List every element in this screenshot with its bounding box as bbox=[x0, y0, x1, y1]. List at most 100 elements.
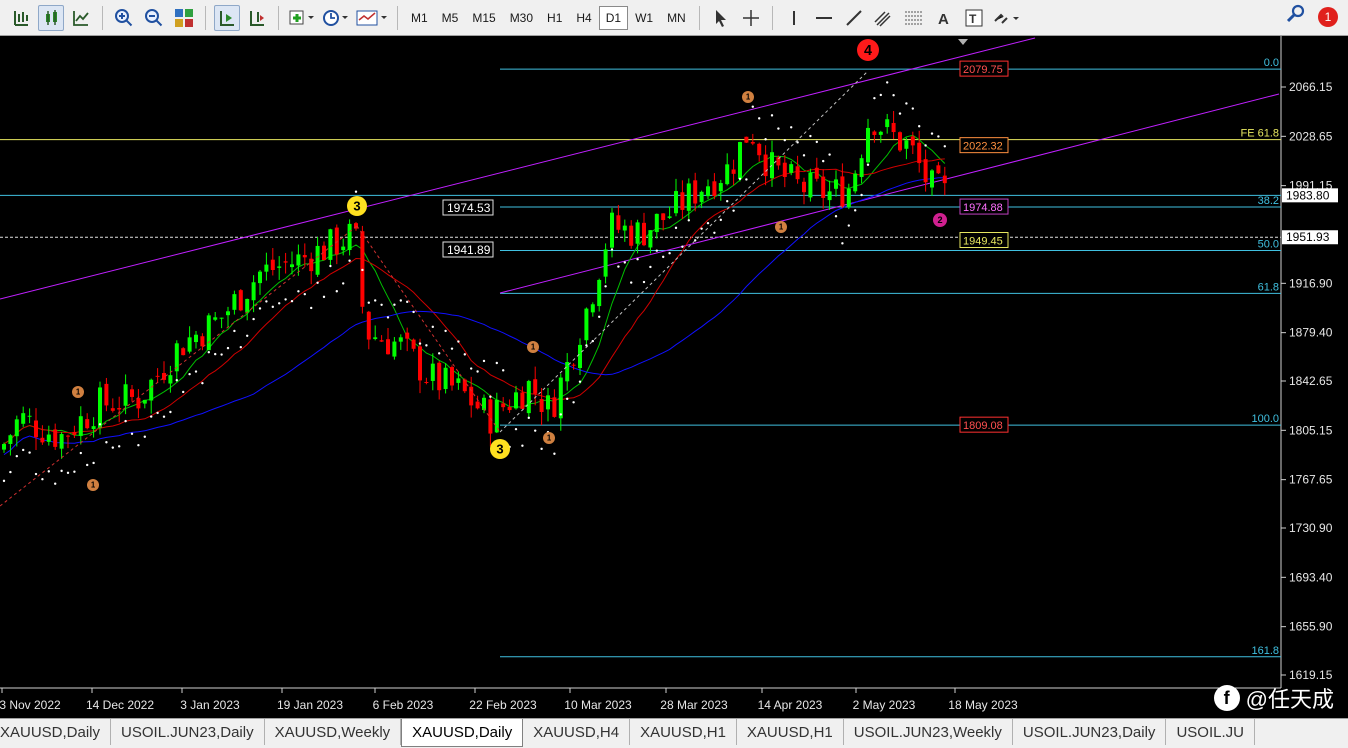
tab-chart[interactable]: USOIL.JUN23,Daily bbox=[111, 719, 265, 745]
candle-bull bbox=[514, 392, 518, 409]
vertical-line-icon[interactable] bbox=[781, 5, 807, 31]
candle-bull bbox=[725, 164, 730, 185]
sar-dot bbox=[34, 472, 38, 476]
sar-dot bbox=[265, 300, 268, 303]
cursor-icon[interactable] bbox=[708, 5, 734, 31]
candle-bull bbox=[219, 317, 224, 319]
candle-bear bbox=[571, 364, 576, 366]
zoom-in-icon[interactable] bbox=[111, 5, 137, 31]
timeframe-m1[interactable]: M1 bbox=[404, 6, 435, 30]
sar-dot bbox=[777, 127, 780, 130]
timeframe-mn[interactable]: MN bbox=[660, 6, 693, 30]
sar-dot bbox=[617, 265, 620, 268]
timeframe-h1[interactable]: H1 bbox=[540, 6, 569, 30]
text-label-icon[interactable]: T bbox=[961, 5, 987, 31]
periodicity-clock-icon[interactable] bbox=[321, 5, 351, 31]
tab-chart[interactable]: XAUUSD,H1 bbox=[630, 719, 737, 745]
timeframe-d1[interactable]: D1 bbox=[598, 5, 629, 30]
candle-bull bbox=[398, 337, 403, 342]
sar-dot bbox=[233, 329, 236, 333]
sar-dot bbox=[284, 298, 287, 301]
tab-chart[interactable]: USOIL.JUN23,Weekly bbox=[844, 719, 1013, 745]
candle-bear bbox=[501, 403, 506, 408]
fibonacci-retracement-icon[interactable] bbox=[901, 5, 927, 31]
candle-bull bbox=[565, 362, 570, 382]
sar-dot bbox=[111, 446, 115, 449]
search-icon[interactable] bbox=[1286, 4, 1306, 29]
tab-chart[interactable]: USOIL.JUN23,Daily bbox=[1013, 719, 1167, 745]
sar-dot bbox=[572, 401, 575, 404]
crosshair-icon[interactable] bbox=[738, 5, 764, 31]
price-tag-mid: 1974.88 bbox=[963, 202, 1003, 214]
candle-bear bbox=[469, 386, 474, 406]
price-tag-upper: 2022.32 bbox=[963, 141, 1003, 153]
auto-scroll-icon[interactable] bbox=[214, 4, 240, 31]
tab-chart[interactable]: USOIL.JU bbox=[1166, 719, 1255, 745]
tab-chart[interactable]: XAUUSD,Daily bbox=[0, 719, 112, 745]
wave-label-sub1: 1 bbox=[91, 481, 96, 490]
sar-dot bbox=[527, 416, 530, 420]
sar-dot bbox=[822, 159, 825, 163]
sar-dot bbox=[598, 315, 601, 318]
candle-bull bbox=[2, 444, 6, 450]
notification-badge[interactable]: 1 bbox=[1318, 6, 1338, 27]
tab-chart-active[interactable]: XAUUSD,Daily bbox=[401, 719, 524, 747]
candle-bull bbox=[526, 381, 531, 414]
candle-bear bbox=[616, 215, 621, 230]
sar-dot bbox=[860, 193, 863, 197]
candle-bear bbox=[411, 339, 416, 349]
templates-icon[interactable] bbox=[355, 5, 389, 31]
bar-chart-icon[interactable] bbox=[8, 5, 34, 31]
timeframe-w1[interactable]: W1 bbox=[628, 6, 660, 30]
candle-bear bbox=[872, 131, 877, 135]
price-tick-label: 2066.15 bbox=[1289, 80, 1333, 94]
arrows-dropdown-icon[interactable] bbox=[991, 5, 1023, 31]
toolbar-right: 1 bbox=[1286, 4, 1338, 29]
line-chart-icon[interactable] bbox=[68, 5, 94, 31]
timeframe-m30[interactable]: M30 bbox=[503, 6, 540, 30]
sar-dot bbox=[150, 415, 153, 418]
text-tool-icon[interactable]: A bbox=[931, 5, 957, 31]
candle-bear bbox=[744, 136, 749, 143]
sar-dot bbox=[143, 435, 146, 438]
trendline-icon[interactable] bbox=[841, 5, 867, 31]
candle-bull bbox=[590, 304, 595, 313]
zoom-out-icon[interactable] bbox=[141, 5, 167, 31]
sar-dot bbox=[834, 215, 838, 218]
tab-chart[interactable]: XAUUSD,H1 bbox=[737, 719, 844, 745]
price-chart[interactable]: 0.0 FE 61.8 38.2 50.0 61.8 100.0 161.8 2079.75… bbox=[0, 36, 1348, 718]
candle-bear bbox=[53, 429, 58, 447]
sar-dot bbox=[758, 117, 761, 120]
chart-shift-icon[interactable] bbox=[244, 5, 270, 31]
timeframe-m15[interactable]: M15 bbox=[465, 6, 502, 30]
equidistant-channel-icon[interactable] bbox=[871, 5, 897, 31]
indicators-icon[interactable] bbox=[287, 5, 317, 31]
price-tag-left-b: 1941.89 bbox=[447, 243, 491, 257]
chart-canvas[interactable]: 0.0 FE 61.8 38.2 50.0 61.8 100.0 161.8 2079.75… bbox=[0, 36, 1348, 718]
sar-dot bbox=[290, 299, 294, 303]
candle-bull bbox=[27, 415, 32, 417]
wave-label-4: 4 bbox=[864, 43, 872, 59]
candle-bear bbox=[936, 165, 941, 174]
sar-dot bbox=[553, 452, 556, 455]
tile-windows-icon[interactable] bbox=[171, 5, 197, 31]
sar-dot bbox=[169, 410, 172, 414]
candle-bear bbox=[763, 154, 768, 177]
tab-chart[interactable]: XAUUSD,H4 bbox=[523, 719, 631, 745]
sar-dot bbox=[828, 153, 831, 156]
candle-bull bbox=[78, 416, 83, 436]
sar-dot bbox=[482, 359, 486, 363]
tab-chart[interactable]: XAUUSD,Weekly bbox=[265, 719, 402, 745]
price-tag-yellow: 1949.45 bbox=[963, 236, 1003, 248]
horizontal-line-icon[interactable] bbox=[811, 5, 837, 31]
sar-dot bbox=[79, 451, 83, 455]
sar-dot bbox=[162, 415, 166, 418]
candle-bull bbox=[834, 179, 838, 189]
wave-label-sub1: 1 bbox=[531, 343, 536, 352]
timeframe-m5[interactable]: M5 bbox=[435, 6, 466, 30]
sar-dot bbox=[406, 300, 409, 304]
candle-bull bbox=[597, 279, 602, 307]
candlestick-chart-icon[interactable] bbox=[38, 4, 64, 31]
timeframe-h4[interactable]: H4 bbox=[569, 6, 598, 30]
candle-bear bbox=[424, 381, 429, 383]
